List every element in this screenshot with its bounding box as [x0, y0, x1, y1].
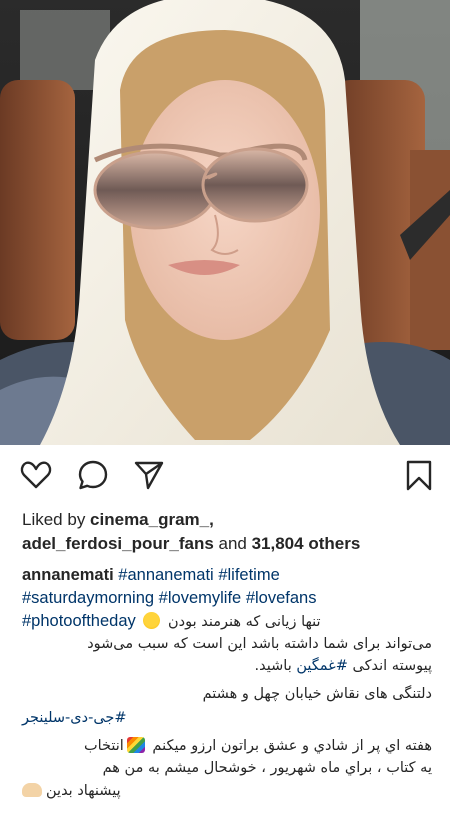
- caption-text-fa: پیشنهاد بدین: [46, 783, 121, 799]
- caption-text-fa: باشید.: [254, 658, 297, 674]
- caption-text-fa: يه كتاب ، براي ماه شهريور ، خوشحال ميشم …: [102, 760, 432, 776]
- caption-username[interactable]: annanemati: [22, 566, 114, 584]
- likes-summary: Liked by cinema_gram_, adel_ferdosi_pour…: [22, 508, 432, 556]
- likes-count[interactable]: 31,804 others: [252, 534, 361, 553]
- likes-and: and: [213, 534, 252, 553]
- hashtag[interactable]: #lovefans: [246, 589, 317, 607]
- paper-plane-icon[interactable]: [133, 459, 165, 491]
- caption-text-fa: دلتنگی های نقاش خیابان چهل و هشتم: [202, 686, 432, 702]
- sun-emoji-icon: [143, 612, 161, 629]
- hashtag[interactable]: #saturdaymorning: [22, 589, 154, 607]
- raised-hands-emoji-icon: [22, 783, 42, 797]
- hashtag[interactable]: #photooftheday: [22, 612, 136, 630]
- post-photo[interactable]: [0, 0, 450, 445]
- caption-text-fa: تنها زیانی که هنرمند بودن: [167, 614, 321, 630]
- caption-text-fa: انتخاب: [83, 738, 124, 754]
- caption-text-fa: هفته اي پر از شادي و عشق براتون ارزو ميك…: [152, 738, 432, 754]
- hashtag[interactable]: #غمگین: [296, 658, 348, 674]
- caption-text-fa-line6: هفته اي پر از شادي و عشق براتون ارزو ميك…: [22, 735, 432, 757]
- comment-bubble-icon[interactable]: [77, 459, 109, 491]
- post-photo-illustration: [0, 0, 450, 445]
- hashtag[interactable]: #lifetime: [218, 566, 279, 584]
- bookmark-icon[interactable]: [403, 459, 435, 491]
- rainbow-emoji-icon: [126, 737, 145, 753]
- hashtag[interactable]: #جی-دی-سلینجر: [22, 710, 127, 726]
- liker-username-1[interactable]: cinema_gram_,: [90, 510, 214, 529]
- heart-outline-icon[interactable]: [20, 459, 52, 491]
- caption-text-fa: پیوسته اندکی: [347, 658, 433, 674]
- hashtag[interactable]: #lovemylife: [159, 589, 242, 607]
- liker-username-2[interactable]: adel_ferdosi_pour_fans: [22, 534, 214, 553]
- post-actions-bar: [0, 445, 450, 503]
- post-caption: annanemati #annanemati #lifetime #saturd…: [22, 564, 432, 802]
- caption-text-fa-line3: پیوسته اندکی #غمگین باشید.: [22, 655, 432, 677]
- likes-prefix: Liked by: [22, 510, 91, 529]
- hashtag[interactable]: #annanemati: [118, 566, 213, 584]
- caption-text-fa: می‌تواند برای شما داشته باشد این است که …: [87, 636, 432, 652]
